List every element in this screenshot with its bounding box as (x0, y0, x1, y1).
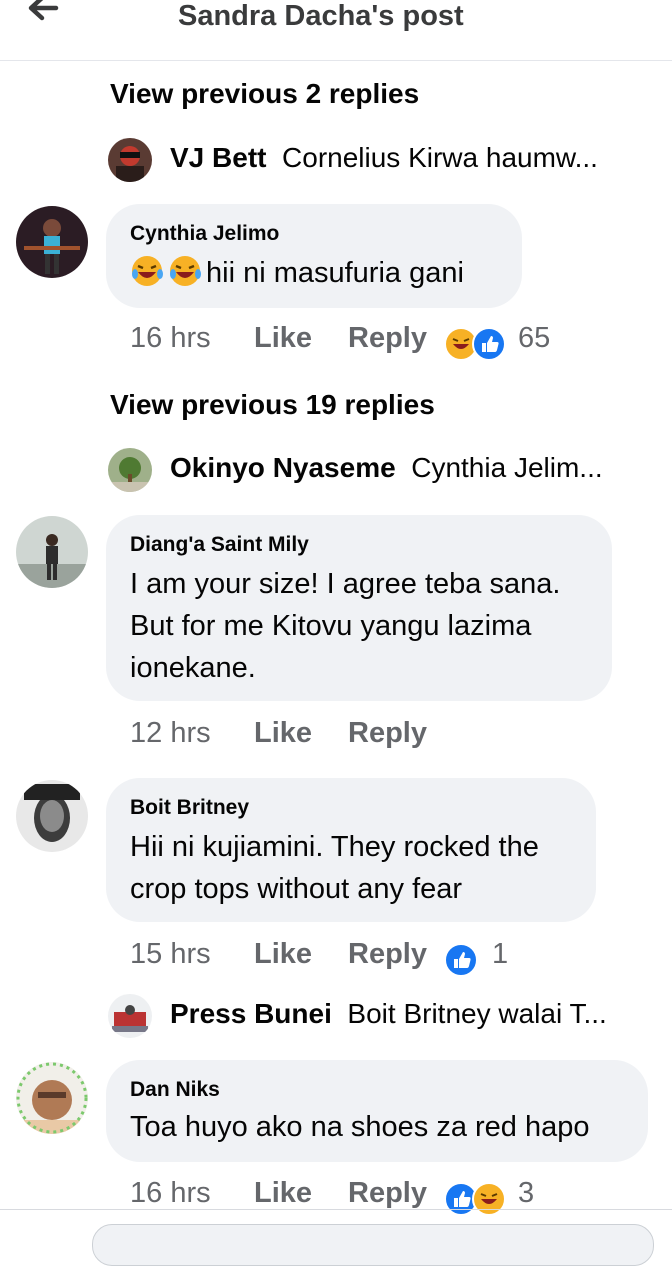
reaction-count[interactable]: 3 (518, 1177, 534, 1210)
comment-bubble: Cynthia Jelimo hii ni masufuria gani (106, 204, 522, 308)
comment-bubble: Diang'a Saint Mily I am your size! I agr… (106, 515, 612, 701)
comment-text-line: ionekane. (130, 652, 256, 684)
comment-bubble: Boit Britney Hii ni kujiamini. They rock… (106, 778, 596, 922)
reply-button[interactable]: Reply (348, 322, 427, 355)
reply-preview-press-bunei[interactable]: Press Bunei Boit Britney walai T... (108, 994, 668, 1040)
comment-text: I am your size! I agree teba sana. But f… (130, 563, 560, 689)
like-icon[interactable] (444, 943, 478, 977)
reply-preview-vj-bett[interactable]: VJ Bett Cornelius Kirwa haumw... (108, 138, 668, 184)
reply-author[interactable]: Press Bunei Boit Britney walai T... (170, 998, 607, 1030)
timestamp: 15 hrs (130, 938, 211, 970)
comment-actions: 16 hrs Like Reply 3 (130, 1177, 570, 1217)
reaction-count[interactable]: 65 (518, 322, 550, 355)
timestamp: 16 hrs (130, 322, 211, 354)
laughing-emoji-icon (132, 256, 163, 286)
top-bar: Sandra Dacha's post (0, 0, 672, 61)
comment-text: Toa huyo ako na shoes za red hapo (130, 1111, 590, 1143)
comment-text-line: crop tops without any fear (130, 873, 463, 905)
haha-icon[interactable] (472, 1182, 506, 1216)
divider (0, 1209, 672, 1210)
comment-text-line: I am your size! I agree teba sana. (130, 568, 561, 600)
comment-text-line: But for me Kitovu yangu lazima (130, 610, 532, 642)
like-button[interactable]: Like (254, 938, 312, 971)
timestamp: 12 hrs (130, 717, 211, 749)
laughing-emoji-icon (170, 256, 201, 286)
like-button[interactable]: Like (254, 1177, 312, 1210)
reply-button[interactable]: Reply (348, 717, 427, 750)
like-icon[interactable] (472, 327, 506, 361)
avatar[interactable] (108, 994, 152, 1038)
avatar[interactable] (16, 1062, 88, 1134)
comment-bubble: Dan Niks Toa huyo ako na shoes za red ha… (106, 1060, 648, 1162)
reaction-count[interactable]: 1 (492, 938, 508, 971)
like-button[interactable]: Like (254, 322, 312, 355)
comment-author[interactable]: Diang'a Saint Mily (130, 533, 309, 557)
like-button[interactable]: Like (254, 717, 312, 750)
back-arrow-icon[interactable] (22, 0, 66, 30)
page-title: Sandra Dacha's post (178, 0, 464, 32)
comment-actions: 15 hrs Like Reply 1 (130, 938, 550, 978)
avatar[interactable] (108, 448, 152, 492)
comment-text-line: Hii ni kujiamini. They rocked the (130, 831, 539, 863)
comment-author[interactable]: Dan Niks (130, 1078, 220, 1102)
avatar[interactable] (16, 780, 88, 852)
reply-preview-okinyo[interactable]: Okinyo Nyaseme Cynthia Jelim... (108, 448, 668, 494)
comment-input[interactable] (92, 1224, 654, 1266)
avatar[interactable] (16, 516, 88, 588)
comment-author[interactable]: Boit Britney (130, 796, 249, 820)
comment-author[interactable]: Cynthia Jelimo (130, 222, 279, 246)
comment-actions: 16 hrs Like Reply 65 (130, 322, 630, 362)
avatar[interactable] (108, 138, 152, 182)
view-previous-replies-link[interactable]: View previous 2 replies (110, 78, 419, 110)
reply-author[interactable]: VJ Bett Cornelius Kirwa haumw... (170, 142, 598, 174)
avatar[interactable] (16, 206, 88, 278)
view-previous-replies-link[interactable]: View previous 19 replies (110, 389, 435, 421)
comment-text: hii ni masufuria gani (130, 252, 464, 294)
reply-author[interactable]: Okinyo Nyaseme Cynthia Jelim... (170, 452, 603, 484)
reply-button[interactable]: Reply (348, 1177, 427, 1210)
comment-actions: 12 hrs Like Reply (130, 717, 530, 757)
comment-text: Hii ni kujiamini. They rocked the crop t… (130, 826, 539, 910)
timestamp: 16 hrs (130, 1177, 211, 1209)
reply-button[interactable]: Reply (348, 938, 427, 971)
